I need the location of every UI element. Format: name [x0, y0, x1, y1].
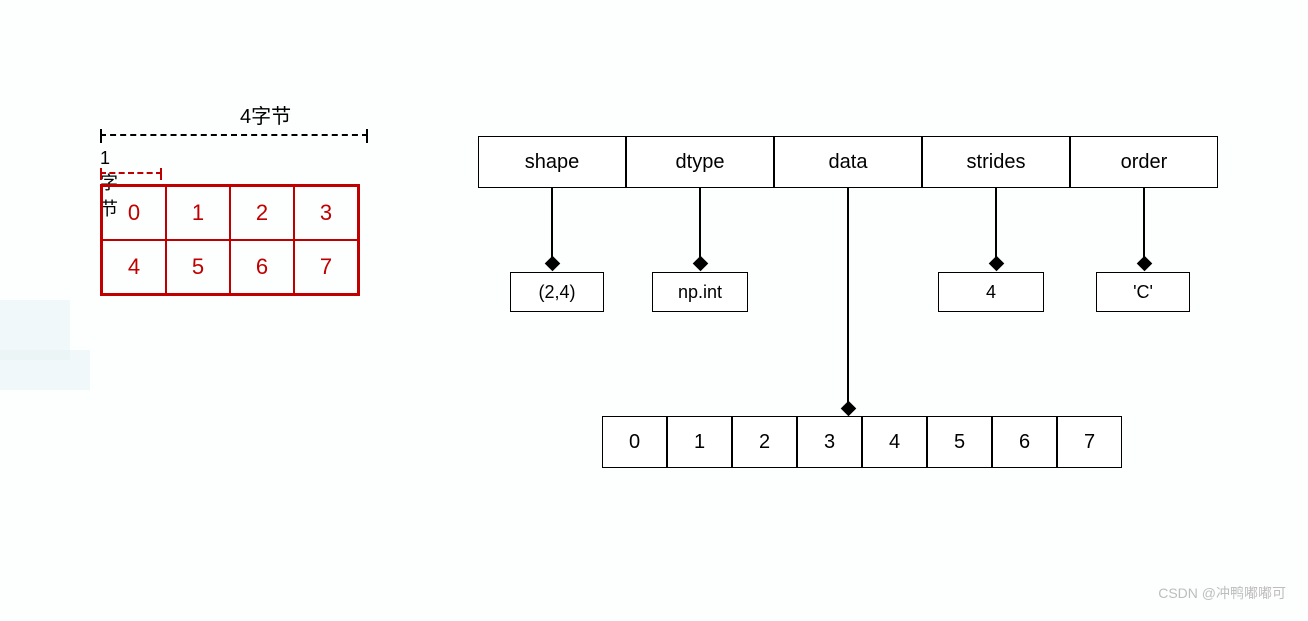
grid-cell: 7 [294, 240, 358, 294]
data-cell: 3 [797, 416, 862, 468]
grid-cell: 3 [294, 186, 358, 240]
header-data: data [774, 136, 922, 188]
grid-cell: 1 [166, 186, 230, 240]
bg-decor [0, 350, 90, 390]
diagram-container: 4字节 1字节 0 1 2 3 4 5 6 7 shape dtype data… [0, 0, 1308, 621]
value-dtype: np.int [652, 272, 748, 312]
value-strides: 4 [938, 272, 1044, 312]
value-shape: (2,4) [510, 272, 604, 312]
header-dtype: dtype [626, 136, 774, 188]
data-cell: 5 [927, 416, 992, 468]
data-cell: 1 [667, 416, 732, 468]
diamond-icon [840, 401, 856, 417]
bracket-4-bytes [100, 134, 368, 136]
data-flat-row: 0 1 2 3 4 5 6 7 [602, 416, 1122, 468]
header-shape: shape [478, 136, 626, 188]
grid-cell: 0 [102, 186, 166, 240]
grid-cell: 6 [230, 240, 294, 294]
attribute-header-row: shape dtype data strides order [478, 136, 1218, 188]
header-strides: strides [922, 136, 1070, 188]
ndarray-structure: shape dtype data strides order (2,4) np.… [478, 136, 1218, 516]
label-4-bytes: 4字节 [240, 100, 291, 129]
watermark-text: CSDN @冲鸭嘟嘟可 [1158, 583, 1286, 603]
diamond-icon [544, 256, 560, 272]
diamond-icon [692, 256, 708, 272]
diamond-icon [988, 256, 1004, 272]
header-order: order [1070, 136, 1218, 188]
data-cell: 0 [602, 416, 667, 468]
bracket-1-byte [100, 172, 162, 174]
data-cell: 7 [1057, 416, 1122, 468]
connector-line [847, 188, 849, 410]
data-cell: 2 [732, 416, 797, 468]
grid-cell: 2 [230, 186, 294, 240]
grid-cell: 4 [102, 240, 166, 294]
value-order: 'C' [1096, 272, 1190, 312]
diamond-icon [1136, 256, 1152, 272]
byte-grid: 0 1 2 3 4 5 6 7 [100, 184, 360, 296]
data-cell: 6 [992, 416, 1057, 468]
grid-cell: 5 [166, 240, 230, 294]
data-cell: 4 [862, 416, 927, 468]
